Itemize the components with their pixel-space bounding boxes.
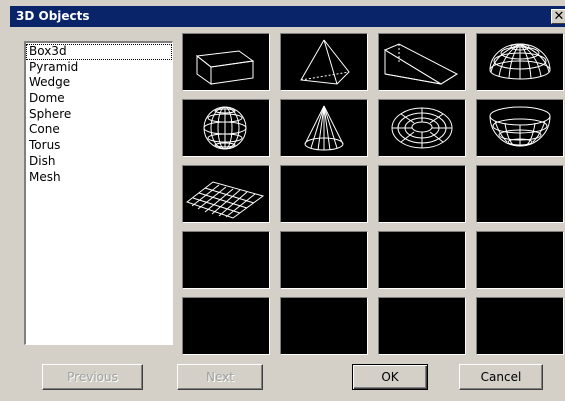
next-button[interactable]: Next xyxy=(177,364,263,390)
list-item-box3d[interactable]: Box3d xyxy=(26,44,172,60)
dish-icon xyxy=(489,106,551,147)
cancel-button[interactable]: Cancel xyxy=(459,364,543,390)
tile-empty xyxy=(378,165,466,223)
tile-box3d[interactable] xyxy=(182,33,270,91)
list-item-dome[interactable]: Dome xyxy=(26,91,172,107)
pyramid-icon xyxy=(300,39,350,85)
tile-empty xyxy=(378,297,466,355)
tile-empty xyxy=(280,231,368,289)
list-item-wedge[interactable]: Wedge xyxy=(26,75,172,91)
list-item-sphere[interactable]: Sphere xyxy=(26,107,172,123)
dome-icon xyxy=(489,43,551,80)
ok-button[interactable]: OK xyxy=(352,364,428,390)
cone-icon xyxy=(304,105,344,151)
object-listbox[interactable]: Box3d Pyramid Wedge Dome Sphere Cone Tor… xyxy=(24,41,173,345)
tile-wedge[interactable] xyxy=(378,33,466,91)
tile-sphere[interactable] xyxy=(182,99,270,157)
tile-cone[interactable] xyxy=(280,99,368,157)
box3d-icon xyxy=(195,50,255,85)
tile-empty xyxy=(280,297,368,355)
tile-empty xyxy=(378,231,466,289)
tile-dome[interactable] xyxy=(476,33,564,91)
title-bar[interactable]: 3D Objects ✕ xyxy=(10,6,565,27)
tile-empty xyxy=(476,231,564,289)
previous-button[interactable]: Previous xyxy=(42,364,143,390)
close-button[interactable]: ✕ xyxy=(551,9,565,24)
tile-torus[interactable] xyxy=(378,99,466,157)
tile-empty xyxy=(182,297,270,355)
tile-pyramid[interactable] xyxy=(280,33,368,91)
tile-empty xyxy=(280,165,368,223)
dialog-window: 3D Objects ✕ Box3d Pyramid Wedge Dome Sp… xyxy=(0,0,565,401)
window-title: 3D Objects xyxy=(16,9,90,23)
sphere-icon xyxy=(203,106,247,150)
torus-icon xyxy=(391,107,453,149)
tile-empty xyxy=(182,231,270,289)
close-icon: ✕ xyxy=(553,9,565,24)
list-item-pyramid[interactable]: Pyramid xyxy=(26,60,172,76)
tile-dish[interactable] xyxy=(476,99,564,157)
list-item-dish[interactable]: Dish xyxy=(26,154,172,170)
mesh-icon xyxy=(185,181,265,219)
tile-empty xyxy=(476,297,564,355)
list-item-cone[interactable]: Cone xyxy=(26,122,172,138)
wedge-icon xyxy=(383,43,459,85)
tile-empty xyxy=(476,165,564,223)
list-item-torus[interactable]: Torus xyxy=(26,138,172,154)
list-item-mesh[interactable]: Mesh xyxy=(26,170,172,186)
preview-grid xyxy=(182,33,565,356)
tile-mesh[interactable] xyxy=(182,165,270,223)
